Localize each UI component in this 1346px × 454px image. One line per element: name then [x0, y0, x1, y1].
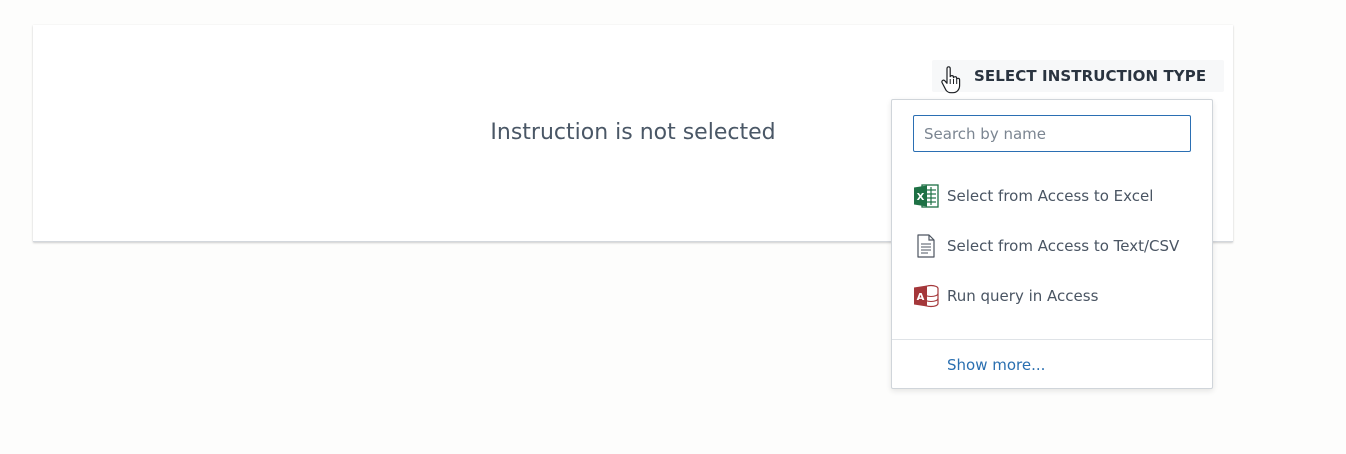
- svg-text:A: A: [917, 292, 925, 303]
- empty-state-text: Instruction is not selected: [490, 120, 776, 145]
- menu-item-label: Run query in Access: [947, 287, 1099, 305]
- menu-item-access-to-excel[interactable]: X Select from Access to Excel: [892, 176, 1212, 216]
- text-file-icon: [917, 234, 935, 258]
- excel-icon: X: [914, 184, 939, 208]
- hand-cursor-icon: [941, 66, 961, 94]
- svg-text:X: X: [917, 192, 925, 203]
- search-input[interactable]: [913, 115, 1191, 152]
- select-instruction-type-label: SELECT INSTRUCTION TYPE: [974, 67, 1207, 85]
- dropdown-divider: [892, 339, 1212, 340]
- menu-item-run-query-access[interactable]: A Run query in Access: [892, 276, 1212, 316]
- menu-item-label: Select from Access to Text/CSV: [947, 237, 1180, 255]
- menu-item-access-to-text-csv[interactable]: Select from Access to Text/CSV: [892, 226, 1212, 266]
- select-instruction-type-button[interactable]: SELECT INSTRUCTION TYPE: [932, 60, 1225, 92]
- access-icon: A: [914, 284, 939, 308]
- instruction-type-dropdown: X Select from Access to Excel Select fro…: [891, 99, 1213, 389]
- menu-item-label: Select from Access to Excel: [947, 187, 1154, 205]
- show-more-link[interactable]: Show more...: [947, 356, 1045, 374]
